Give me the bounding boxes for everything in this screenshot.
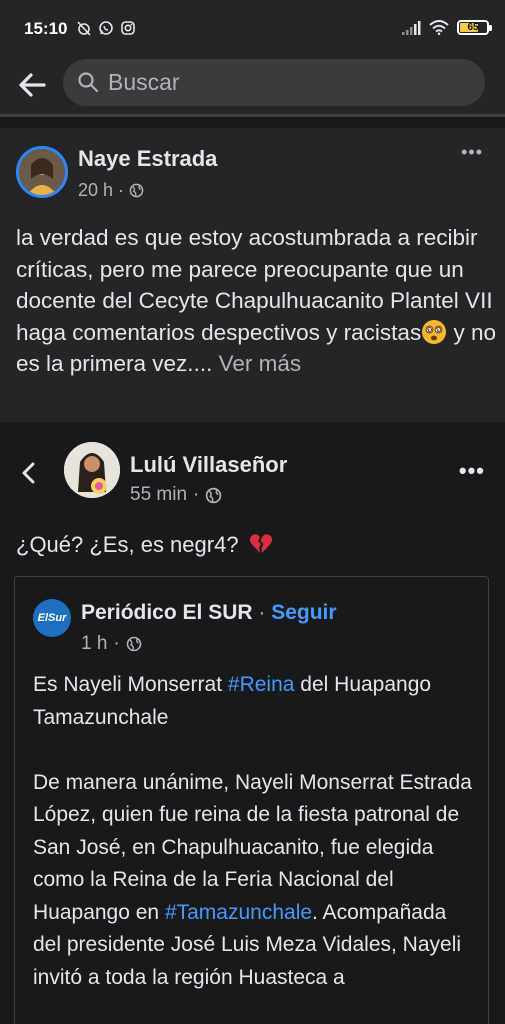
quoted-page-name[interactable]: Periódico El SUR xyxy=(81,601,253,624)
hashtag-reina[interactable]: #Reina xyxy=(228,673,295,696)
status-time: 15:10 xyxy=(24,19,68,38)
post-author-name[interactable]: Naye Estrada xyxy=(78,146,217,172)
post-ellipsis: ... xyxy=(193,351,213,376)
meta-separator: · xyxy=(113,633,120,654)
shared-author-name[interactable]: Lulú Villaseñor xyxy=(130,452,287,478)
battery-percent: 65 xyxy=(467,21,479,33)
see-more-link[interactable]: Ver más xyxy=(212,351,302,376)
globe-icon xyxy=(126,636,142,652)
shared-post-body: ¿Qué? ¿Es, es negr4? xyxy=(16,532,239,557)
status-system-icons: 65 xyxy=(401,20,492,35)
meta-separator: · xyxy=(118,180,125,200)
hashtag-tamazunchale[interactable]: #Tamazunchale xyxy=(165,901,312,924)
author-avatar[interactable] xyxy=(16,146,68,198)
post-text: la verdad es que estoy acostumbrada a re… xyxy=(16,222,496,380)
shared-post-time[interactable]: 55 min xyxy=(130,484,187,506)
quoted-post-meta: 1 h · xyxy=(81,633,142,655)
post-time[interactable]: 20 h xyxy=(78,180,113,201)
globe-icon xyxy=(206,487,222,503)
chevron-left-icon[interactable] xyxy=(18,460,40,486)
status-bar: 15:10 65 xyxy=(0,0,505,58)
quoted-post-time[interactable]: 1 h xyxy=(81,633,107,655)
quoted-page-header: Periódico El SUR · Seguir xyxy=(81,601,337,625)
quoted-paragraph-2: De manera unánime, Nayeli Monserrat Estr… xyxy=(33,767,478,995)
battery-icon: 65 xyxy=(457,20,492,35)
quoted-post-card[interactable]: ElSur Periódico El SUR · Seguir 1 h · Es… xyxy=(14,576,489,1024)
meta-separator: · xyxy=(193,484,200,505)
instagram-icon xyxy=(121,21,135,35)
shared-post-card: Lulú Villaseñor 55 min · ••• ¿Qué? ¿Es, … xyxy=(0,422,505,1024)
paragraph-text: Es Nayeli Monserrat xyxy=(33,673,228,696)
shared-author-avatar[interactable] xyxy=(64,442,120,498)
broken-heart-emoji-icon xyxy=(249,534,272,553)
search-input[interactable] xyxy=(108,59,468,106)
avatar-photo xyxy=(19,149,65,195)
whatsapp-icon xyxy=(99,21,113,35)
search-box[interactable] xyxy=(63,59,485,106)
shared-more-options-icon[interactable]: ••• xyxy=(459,458,485,484)
post-more-options-icon[interactable]: ••• xyxy=(461,142,483,163)
search-icon xyxy=(78,72,99,93)
dizzy-face-emoji-icon xyxy=(422,319,447,344)
header-separator: · xyxy=(252,601,272,624)
search-header xyxy=(0,58,505,114)
follow-button[interactable]: Seguir xyxy=(271,601,336,624)
post-meta: 20 h · xyxy=(78,180,144,201)
status-notification-icons xyxy=(76,20,136,36)
globe-icon xyxy=(129,183,144,198)
avatar-photo xyxy=(64,442,120,498)
quoted-post-body: Es Nayeli Monserrat #Reina del Huapango … xyxy=(33,669,478,1024)
wifi-icon xyxy=(429,20,449,35)
quoted-paragraph-1: Es Nayeli Monserrat #Reina del Huapango … xyxy=(33,669,478,734)
divider-line xyxy=(0,114,505,117)
signal-icon xyxy=(402,20,421,35)
shared-post-meta: 55 min · xyxy=(130,484,222,506)
muted-alarm-icon xyxy=(77,21,91,36)
shared-post-text: ¿Qué? ¿Es, es negr4? xyxy=(16,532,273,558)
post-card: Naye Estrada 20 h · ••• la verdad es que… xyxy=(0,128,505,422)
page-logo[interactable]: ElSur xyxy=(33,599,71,637)
back-arrow-icon[interactable] xyxy=(16,68,50,102)
